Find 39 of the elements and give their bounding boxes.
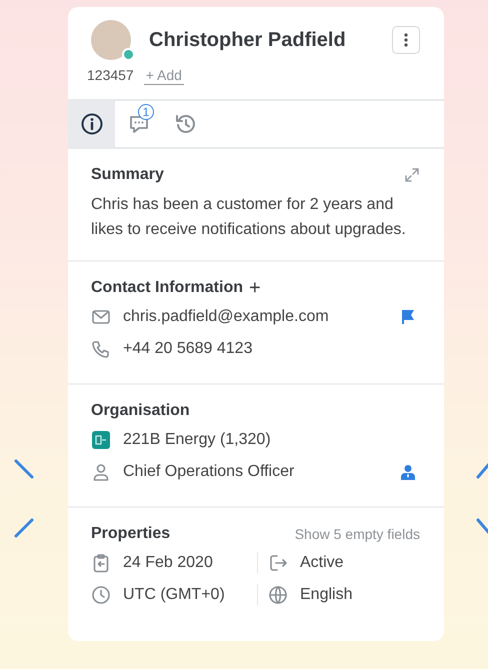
expand-icon[interactable] [404, 167, 420, 183]
dash-mark [14, 518, 34, 538]
contact-id: 123457 [87, 67, 134, 83]
sign-out-icon [268, 553, 288, 573]
phone-text: +44 20 5689 4123 [123, 340, 252, 358]
info-tab[interactable] [68, 101, 115, 147]
dash-mark [14, 459, 34, 479]
company-text: 221B Energy (1,320) [123, 431, 271, 449]
section-title: Organisation [91, 402, 190, 420]
email-text: chris.padfield@example.com [123, 308, 329, 326]
history-icon [174, 112, 198, 136]
count-badge: 1 [138, 104, 154, 120]
globe-icon [268, 585, 288, 605]
person-icon [91, 462, 111, 482]
clock-icon [91, 585, 111, 605]
role-text: Chief Operations Officer [123, 463, 294, 481]
dash-mark [476, 461, 488, 479]
phone-icon [91, 339, 111, 359]
timezone-text: UTC (GMT+0) [123, 586, 225, 604]
info-icon [80, 112, 104, 136]
section-title: Properties [91, 525, 170, 543]
add-contact-button[interactable]: + [249, 280, 261, 296]
section-title: Contact Information [91, 279, 243, 297]
dash-mark [476, 518, 488, 536]
date-text: 24 Feb 2020 [123, 554, 213, 572]
chat-tab[interactable]: 1 [115, 101, 162, 147]
envelope-icon [91, 307, 111, 327]
add-link[interactable]: + Add [144, 67, 184, 85]
show-empty-fields-link[interactable]: Show 5 empty fields [294, 526, 420, 542]
avatar [91, 20, 131, 60]
company-logo-icon [91, 430, 111, 450]
summary-text: Chris has been a customer for 2 years and likes to receive notifications about upgrades. [91, 195, 407, 240]
language-text: English [300, 586, 352, 604]
more-menu-button[interactable] [392, 26, 420, 54]
clipboard-icon [91, 553, 111, 573]
section-title: Summary [91, 166, 164, 184]
contact-name: Christopher Padfield [149, 28, 347, 52]
more-icon [404, 33, 408, 47]
status-text: Active [300, 554, 344, 572]
